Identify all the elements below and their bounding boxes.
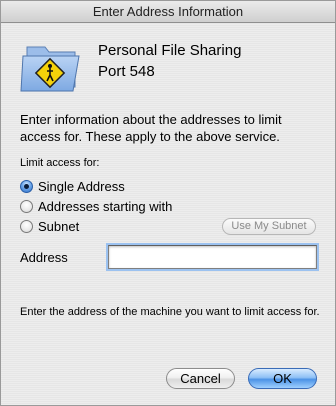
radio-addresses-starting-with[interactable]: Addresses starting with — [20, 197, 172, 215]
help-text: Enter the address of the machine you wan… — [20, 306, 320, 318]
radio-button[interactable] — [20, 199, 33, 213]
info-text: Enter information about the addresses to… — [20, 112, 282, 144]
radio-label: Single Address — [38, 178, 125, 194]
cancel-button[interactable]: Cancel — [166, 368, 235, 389]
ok-button[interactable]: OK — [248, 368, 317, 389]
radio-subnet[interactable]: Subnet — [20, 217, 79, 235]
address-label: Address — [20, 250, 68, 265]
shared-folder-icon — [20, 46, 80, 92]
dialog-window: Enter Address Information Personal File … — [0, 0, 336, 406]
radio-single-address[interactable]: Single Address — [20, 177, 125, 195]
radio-label: Addresses starting with — [38, 198, 173, 214]
radio-label: Subnet — [38, 218, 80, 234]
radio-button[interactable] — [20, 219, 33, 233]
window-title: Enter Address Information — [1, 1, 335, 23]
limit-access-label: Limit access for: — [20, 157, 100, 169]
service-port: Port 548 — [98, 63, 155, 80]
address-input[interactable] — [108, 245, 317, 269]
radio-button-selected[interactable] — [20, 179, 33, 193]
service-name: Personal File Sharing — [98, 42, 242, 59]
use-my-subnet-button[interactable]: Use My Subnet — [222, 218, 316, 235]
